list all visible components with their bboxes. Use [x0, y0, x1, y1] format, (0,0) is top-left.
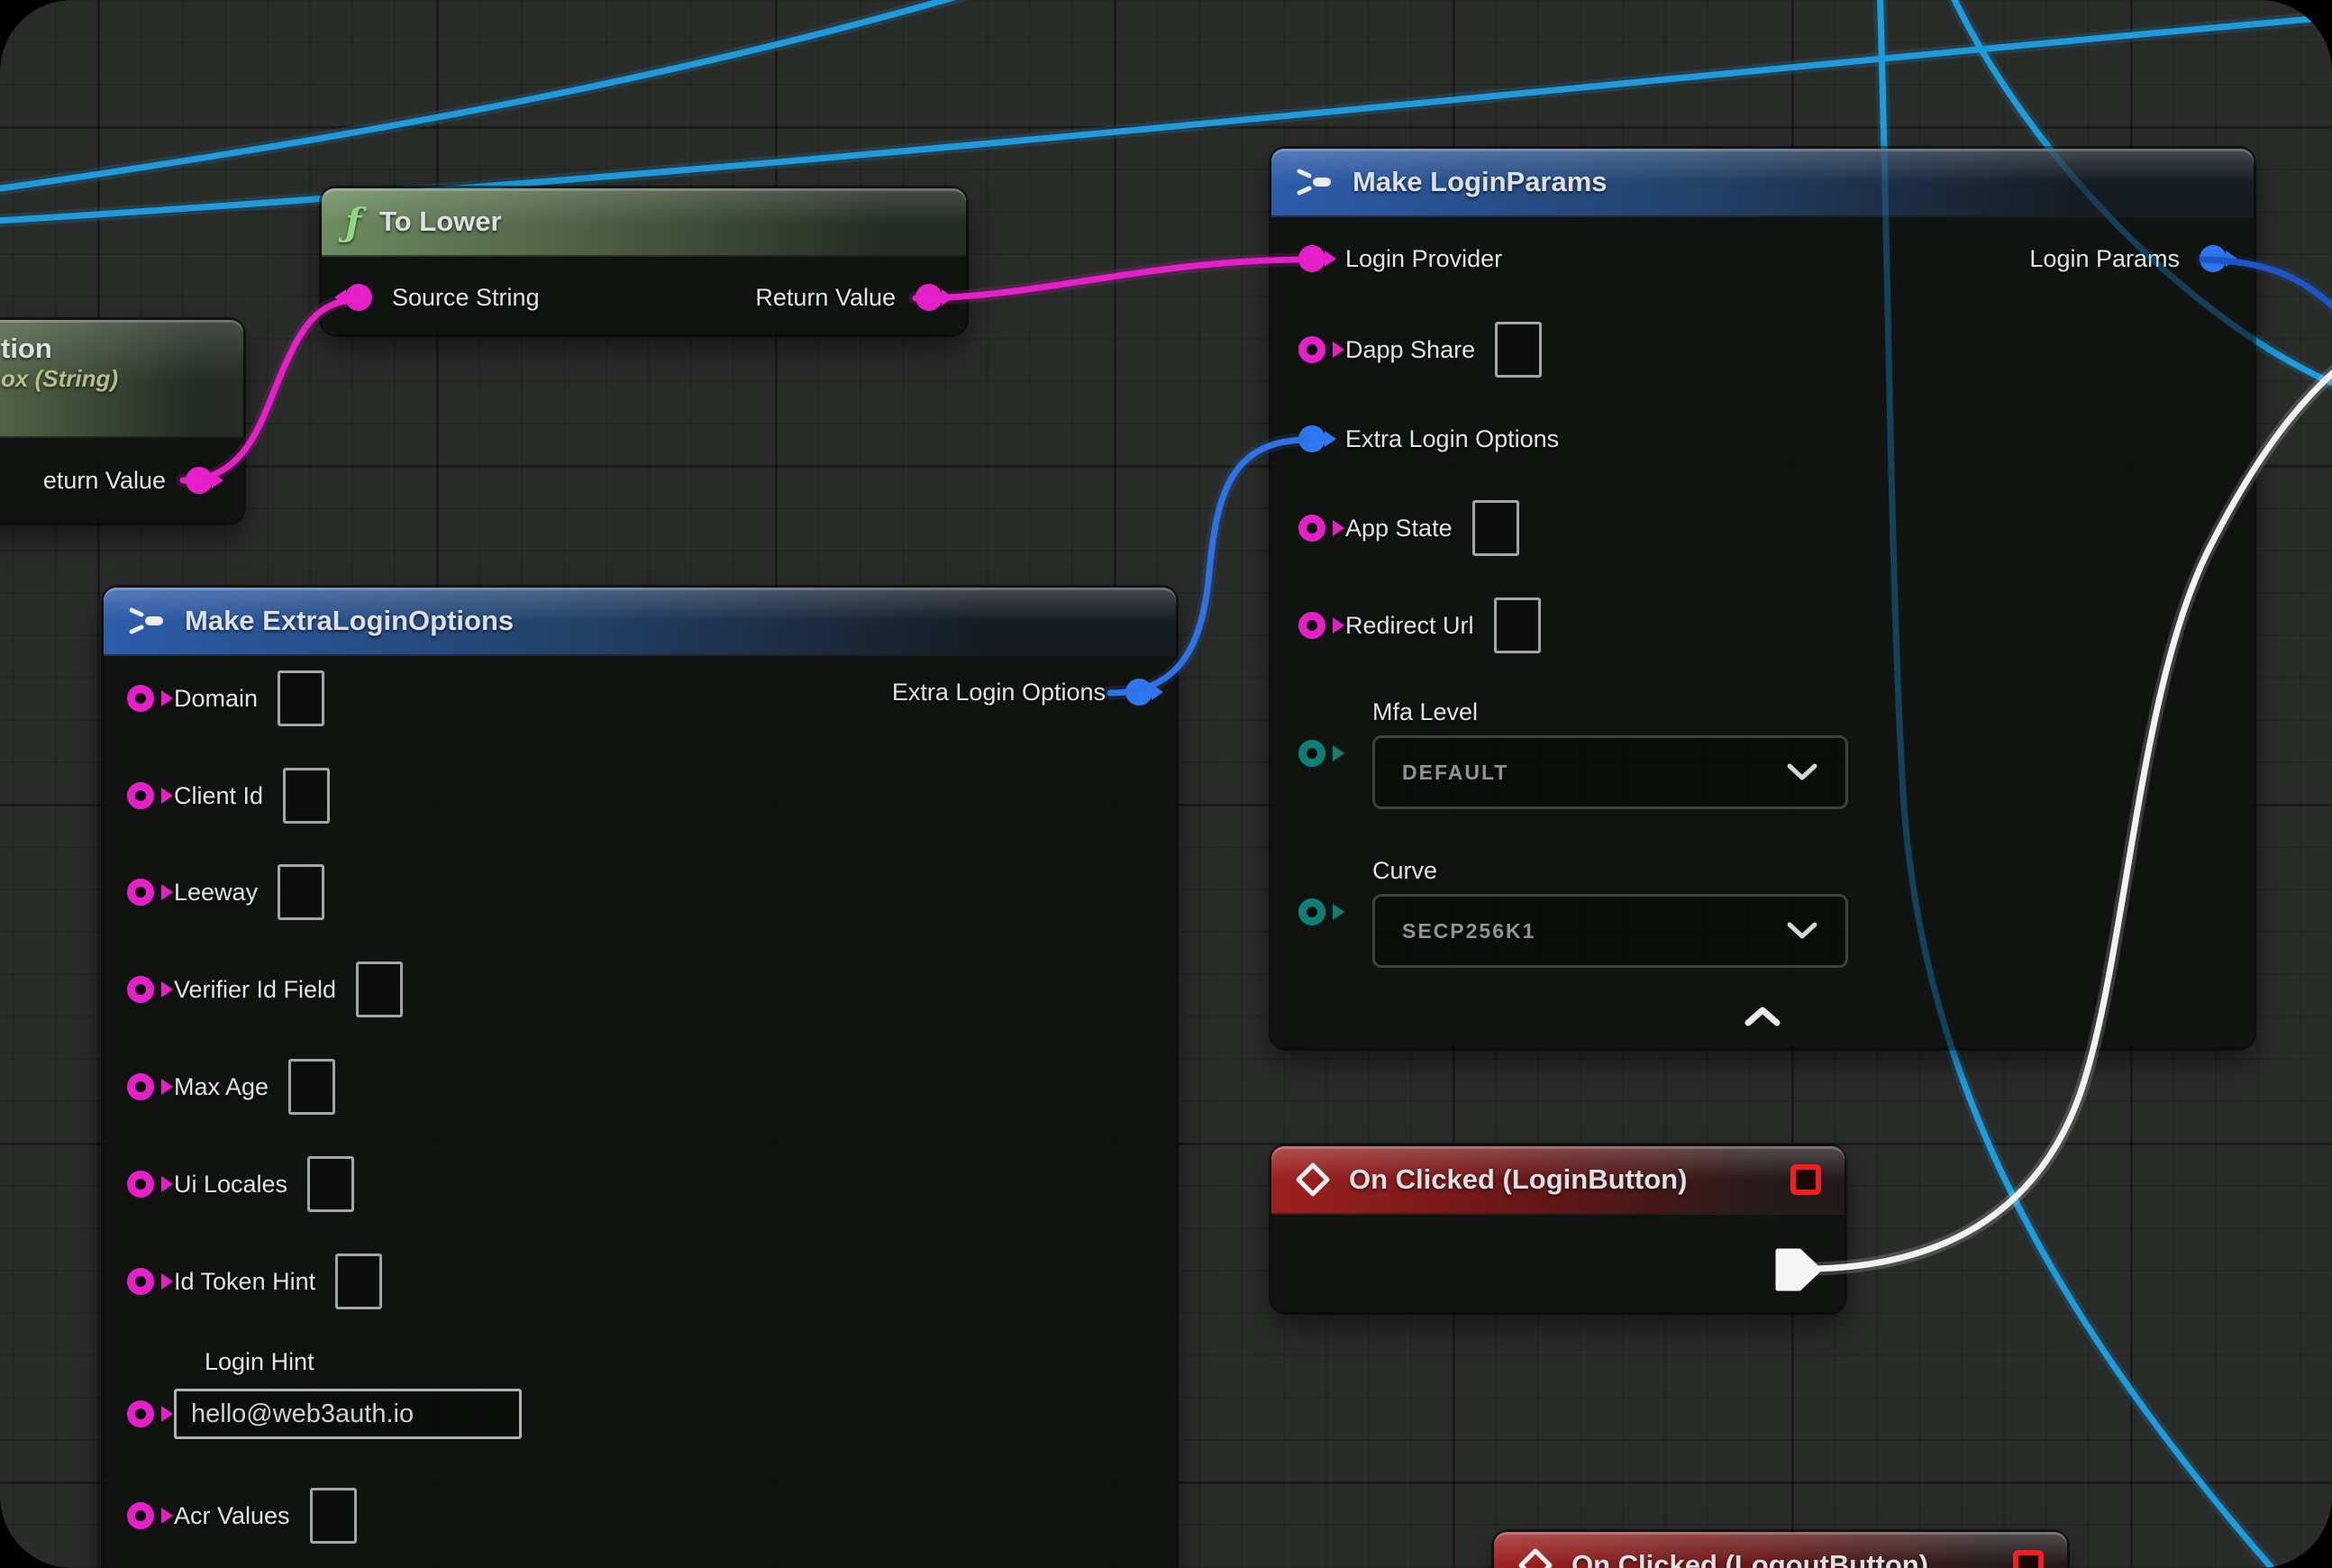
verifier-id-field-input[interactable]: [356, 962, 403, 1017]
event-icon: [1517, 1547, 1553, 1568]
node-on-clicked-login-button[interactable]: On Clicked (LoginButton): [1271, 1146, 1845, 1312]
pin-label-return-value-fragment: eturn Value: [43, 467, 166, 495]
pin-row-domain: Domain: [127, 671, 324, 725]
max-age-input[interactable]: [288, 1059, 335, 1115]
node-subtitle-fragment: ox (String): [1, 365, 220, 393]
node-title: On Clicked (LogoutButton): [1571, 1549, 1928, 1568]
node-title: To Lower: [379, 205, 501, 238]
node-partial-function[interactable]: tion ox (String) eturn Value: [0, 320, 243, 523]
login-provider-pin[interactable]: [1298, 245, 1325, 272]
pin-label-login-params: Login Params: [2029, 245, 2180, 273]
id-token-hint-pin[interactable]: [127, 1268, 154, 1295]
make-struct-icon: [1295, 167, 1335, 197]
app-state-input[interactable]: [1472, 500, 1519, 556]
exec-output-pin[interactable]: [1774, 1247, 1823, 1292]
function-f-icon: ƒ: [345, 200, 361, 244]
ui-locales-input[interactable]: [307, 1156, 354, 1212]
delegate-bind-icon[interactable]: [2013, 1550, 2044, 1568]
domain-input[interactable]: [278, 670, 324, 726]
acr-values-input[interactable]: [310, 1488, 357, 1544]
leeway-input[interactable]: [278, 864, 324, 920]
pin-row-leeway: Leeway: [127, 865, 324, 919]
client-id-input[interactable]: [283, 768, 330, 824]
collapse-node-button[interactable]: [1743, 1005, 1782, 1028]
curve-pin[interactable]: [1298, 898, 1325, 925]
pin-row-redirect-url: Redirect Url: [1298, 598, 1541, 652]
delegate-bind-icon[interactable]: [1790, 1164, 1821, 1195]
return-value-pin[interactable]: [915, 284, 943, 311]
curve-dropdown[interactable]: SECP256K1: [1372, 894, 1848, 968]
mfa-level-pin[interactable]: [1298, 740, 1325, 767]
pin-label-return-value: Return Value: [755, 284, 896, 312]
node-title: Make ExtraLoginOptions: [185, 605, 514, 637]
pin-row-client-id: Client Id: [127, 769, 330, 823]
app-state-pin[interactable]: [1298, 515, 1325, 542]
dapp-share-input[interactable]: [1495, 322, 1542, 378]
pin-row-curve: Curve SECP256K1: [1372, 857, 1848, 968]
pin-label-source-string: Source String: [392, 284, 540, 312]
leeway-pin[interactable]: [127, 879, 154, 906]
chevron-down-icon: [1786, 762, 1818, 782]
pin-row-dapp-share: Dapp Share: [1298, 323, 1542, 377]
login-hint-input[interactable]: hello@web3auth.io: [174, 1389, 522, 1439]
node-to-lower[interactable]: ƒ To Lower Source String Return Value: [322, 188, 966, 334]
verifier-id-field-pin[interactable]: [127, 976, 154, 1003]
node-make-extra-login-options[interactable]: Make ExtraLoginOptions Extra Login Optio…: [104, 588, 1176, 1568]
ui-locales-pin[interactable]: [127, 1171, 154, 1198]
node-title-fragment: tion: [1, 333, 220, 365]
pin-row-login-hint: Login Hint hello@web3auth.io: [127, 1348, 522, 1439]
pin-row-extra-login-options: Extra Login Options: [1298, 412, 1559, 466]
node-title: On Clicked (LoginButton): [1349, 1163, 1687, 1196]
login-params-output-pin[interactable]: [2200, 245, 2227, 272]
extra-login-options-input-pin[interactable]: [1298, 425, 1325, 452]
extra-login-options-output-pin[interactable]: [1125, 679, 1152, 706]
node-on-clicked-logout-button[interactable]: On Clicked (LogoutButton): [1494, 1532, 2067, 1568]
pin-row-acr-values: Acr Values: [127, 1489, 357, 1543]
node-make-login-params[interactable]: Make LoginParams Login Params Login Prov…: [1271, 149, 2254, 1048]
max-age-pin[interactable]: [127, 1073, 154, 1100]
pin-row-ui-locales: Ui Locales: [127, 1157, 354, 1211]
redirect-url-input[interactable]: [1494, 597, 1541, 653]
pin-label-extra-login-options-out: Extra Login Options: [892, 679, 1106, 707]
source-string-pin[interactable]: [345, 284, 372, 311]
pin-row-app-state: App State: [1298, 501, 1519, 555]
blueprint-canvas[interactable]: tion ox (String) eturn Value ƒ To Lower …: [0, 0, 2332, 1568]
pin-row-login-provider: Login Provider: [1298, 232, 1502, 286]
redirect-url-pin[interactable]: [1298, 612, 1325, 639]
return-value-pin[interactable]: [186, 467, 213, 494]
dapp-share-pin[interactable]: [1298, 336, 1325, 363]
id-token-hint-input[interactable]: [335, 1253, 382, 1309]
chevron-down-icon: [1786, 921, 1818, 941]
pin-row-verifier-id-field: Verifier Id Field: [127, 962, 403, 1016]
node-title: Make LoginParams: [1353, 166, 1608, 198]
acr-values-pin[interactable]: [127, 1502, 154, 1529]
event-icon: [1295, 1162, 1331, 1198]
login-hint-pin[interactable]: [127, 1400, 154, 1427]
client-id-pin[interactable]: [127, 782, 154, 809]
pin-row-id-token-hint: Id Token Hint: [127, 1254, 382, 1308]
mfa-level-dropdown[interactable]: DEFAULT: [1372, 735, 1848, 809]
cable-cyan-top-a[interactable]: [0, 0, 991, 191]
pin-row-mfa-level: Mfa Level DEFAULT: [1372, 698, 1848, 809]
wire-tolower-to-login-provider[interactable]: [915, 260, 1305, 298]
domain-pin[interactable]: [127, 685, 154, 712]
make-struct-icon: [127, 606, 167, 636]
pin-row-max-age: Max Age: [127, 1060, 335, 1114]
